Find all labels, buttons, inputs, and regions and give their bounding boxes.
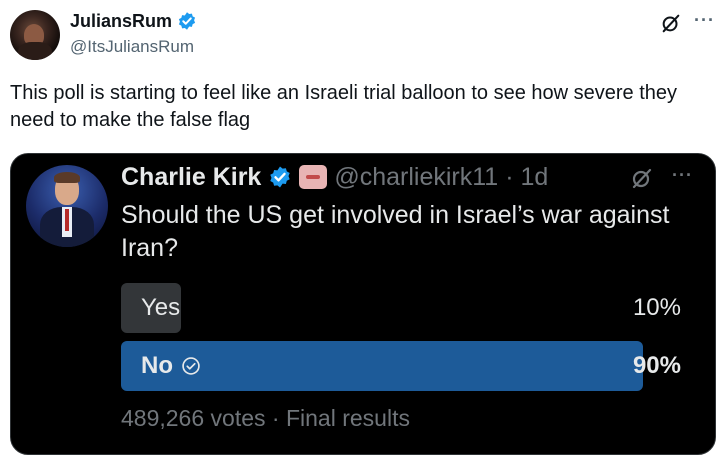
poll-option-percent: 10% xyxy=(632,294,681,321)
avatar-figure-body xyxy=(18,42,52,60)
author-handle[interactable]: @ItsJuliansRum xyxy=(70,37,194,57)
avatar-tie xyxy=(65,209,69,231)
quoted-author-avatar[interactable] xyxy=(26,165,108,247)
quoted-author-row[interactable]: Charlie Kirk @charliekirk11 · 1d xyxy=(121,161,548,193)
more-icon[interactable]: ··· xyxy=(694,10,715,31)
poll-option-label: Yes xyxy=(141,294,181,321)
meta-separator: · xyxy=(505,162,514,191)
poll-option-yes[interactable]: Yes 10% xyxy=(121,283,681,333)
poll-option-percent: 90% xyxy=(632,352,681,379)
poll-meta: 489,266 votes · Final results xyxy=(121,405,410,432)
poll-option-label: No xyxy=(141,352,173,379)
quoted-tweet-text: Should the US get involved in Israel’s w… xyxy=(121,201,670,262)
quoted-author-name[interactable]: Charlie Kirk xyxy=(121,163,261,192)
verified-badge-icon xyxy=(270,166,291,188)
poll-option-label-row: No xyxy=(141,352,201,380)
poll-option-no[interactable]: No 90% xyxy=(121,341,681,391)
meta-separator: · xyxy=(271,405,280,431)
quoted-author-handle[interactable]: @charliekirk11 xyxy=(334,163,498,192)
author-name[interactable]: JuliansRum xyxy=(70,11,172,32)
poll-status: Final results xyxy=(285,405,410,431)
poll-vote-count: 489,266 votes xyxy=(121,405,266,431)
quoted-timestamp[interactable]: 1d xyxy=(521,163,549,192)
grok-icon[interactable] xyxy=(630,166,654,190)
more-icon[interactable]: ··· xyxy=(672,165,693,186)
author-name-row[interactable]: JuliansRum xyxy=(70,10,197,32)
grok-icon[interactable] xyxy=(660,12,682,34)
author-avatar[interactable] xyxy=(10,10,60,60)
verified-badge-icon xyxy=(178,12,196,30)
avatar-hair xyxy=(54,172,80,183)
tweet-text: This poll is starting to feel like an Is… xyxy=(10,82,678,131)
check-circle-icon xyxy=(182,357,200,375)
affiliation-badge-icon[interactable] xyxy=(299,165,328,189)
